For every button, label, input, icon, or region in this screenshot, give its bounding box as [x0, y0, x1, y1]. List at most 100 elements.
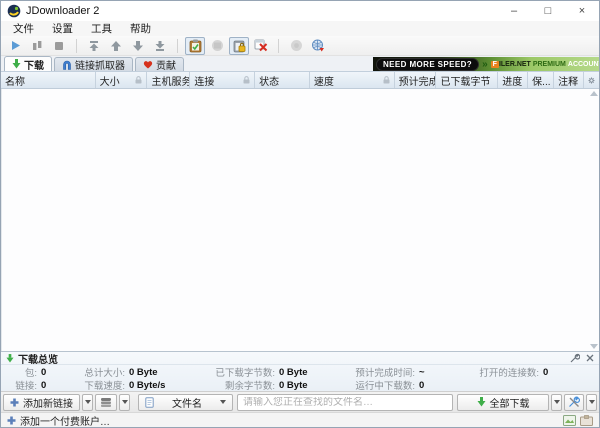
column-settings-button[interactable] — [584, 72, 599, 88]
add-container-button[interactable] — [95, 394, 117, 411]
move-to-top-button[interactable] — [84, 37, 104, 55]
premium-lock-toggle[interactable] — [229, 37, 249, 55]
total-size-value: 0 Byte — [129, 367, 187, 378]
banner-text: NEED MORE SPEED? — [376, 58, 479, 71]
clipboard-icon — [189, 39, 202, 53]
stop-downloads-button[interactable] — [49, 37, 69, 55]
remove-disabled-links-button[interactable] — [251, 37, 271, 55]
chevron-down-icon — [554, 400, 560, 404]
window-preview-icon[interactable] — [563, 415, 576, 426]
menu-tools[interactable]: 工具 — [82, 21, 121, 36]
eta-label: 预计完成时间: — [333, 365, 419, 379]
move-up-icon — [110, 40, 122, 52]
title-bar: JDownloader 2 – □ × — [1, 1, 599, 21]
minimize-button[interactable]: – — [497, 1, 531, 21]
close-button[interactable]: × — [565, 1, 599, 21]
linkgrabber-magnet-icon — [62, 60, 72, 70]
tab-donate-label: 贡献 — [156, 57, 176, 72]
links-label: 链接: — [1, 378, 41, 392]
loaded-bytes-value: 0 Byte — [279, 367, 333, 378]
column-header-progress[interactable]: 进度 — [498, 72, 528, 88]
column-header-size[interactable]: 大小 — [96, 72, 148, 88]
add-premium-account-button[interactable]: 添加一个付费账户… — [7, 413, 110, 428]
gear-icon — [588, 76, 595, 85]
lock-icon — [243, 76, 250, 84]
overview-header: 下载总览 — [1, 352, 599, 365]
tab-linkgrabber[interactable]: 链接抓取器 — [54, 57, 133, 71]
download-all-button[interactable]: 全部下载 — [457, 394, 549, 411]
banner-account: ACCOUNT! — [568, 61, 600, 68]
download-speed-label: 下载速度: — [71, 378, 129, 392]
menu-file[interactable]: 文件 — [4, 21, 43, 36]
clipboard-lock-icon — [233, 39, 246, 53]
running-downloads-label: 运行中下载数: — [333, 378, 419, 392]
quick-settings-dropdown-button[interactable] — [586, 394, 597, 411]
download-overview-panel: 下载总览 包: 0 总计大小: 0 Byte 已下载字节数: 0 Byte 预计… — [1, 351, 599, 391]
search-input[interactable] — [238, 397, 452, 408]
menu-bar: 文件 设置 工具 帮助 — [1, 21, 599, 36]
downloads-table-body[interactable] — [1, 89, 599, 351]
play-icon — [10, 40, 21, 51]
quick-settings-button[interactable] — [564, 394, 584, 411]
move-down-button[interactable] — [128, 37, 148, 55]
menu-help[interactable]: 帮助 — [121, 21, 160, 36]
overview-settings-wrench-icon[interactable] — [570, 353, 580, 363]
premium-ad-banner[interactable]: NEED MORE SPEED? » F ILER.NET PREMIUM AC… — [373, 57, 599, 71]
column-header-loaded[interactable]: 已下载字节 — [436, 72, 498, 88]
banner-premium: PREMIUM — [533, 61, 566, 68]
plus-icon — [7, 416, 16, 425]
column-header-keep[interactable]: 保... — [528, 72, 554, 88]
packages-value: 0 — [41, 367, 71, 378]
column-header-status[interactable]: 状态 — [255, 72, 310, 88]
toolbar-separator — [278, 39, 279, 53]
column-header-connection[interactable]: 连接 — [190, 72, 255, 88]
lock-icon — [135, 76, 142, 84]
reconnect-button[interactable] — [308, 37, 328, 55]
column-header-speed[interactable]: 速度 — [310, 72, 395, 88]
clipboard-observer-toggle[interactable] — [185, 37, 205, 55]
window-red-x-icon — [254, 39, 268, 52]
bottom-toolbar: 添加新链接 文件名 全部下载 — [1, 391, 599, 412]
clipboard-disabled-button[interactable] — [207, 37, 227, 55]
tab-donate[interactable]: 贡献 — [135, 57, 184, 71]
move-up-button[interactable] — [106, 37, 126, 55]
package-icon[interactable] — [580, 415, 593, 426]
update-button[interactable] — [286, 37, 306, 55]
stack-icon — [100, 397, 112, 408]
main-toolbar — [1, 36, 599, 56]
tab-downloads[interactable]: 下载 — [4, 56, 52, 71]
download-arrow-icon — [6, 354, 14, 363]
tab-linkgrabber-label: 链接抓取器 — [75, 57, 125, 72]
maximize-button[interactable]: □ — [531, 1, 565, 21]
search-category-combobox[interactable]: 文件名 — [138, 394, 233, 411]
download-all-dropdown-button[interactable] — [551, 394, 562, 411]
move-to-bottom-button[interactable] — [150, 37, 170, 55]
add-links-dropdown-button[interactable] — [82, 394, 93, 411]
remaining-bytes-value: 0 Byte — [279, 380, 333, 391]
add-new-links-button[interactable]: 添加新链接 — [3, 394, 80, 411]
column-header-eta[interactable]: 预计完成... — [395, 72, 437, 88]
add-container-dropdown-button[interactable] — [119, 394, 130, 411]
column-header-comment[interactable]: 注释 — [554, 72, 584, 88]
scrollbar-down-icon[interactable] — [590, 344, 598, 349]
tools-icon — [568, 396, 580, 408]
pause-downloads-button[interactable] — [27, 37, 47, 55]
scrollbar-up-icon[interactable] — [590, 91, 598, 96]
overview-row-2: 链接: 0 下载速度: 0 Byte/s 剩余字节数: 0 Byte 运行中下载… — [1, 378, 599, 391]
stop-icon — [54, 41, 64, 51]
column-header-host[interactable]: 主机服务... — [147, 72, 190, 88]
download-arrow-icon — [477, 397, 486, 407]
move-down-icon — [132, 40, 144, 52]
running-downloads-value: 0 — [419, 380, 455, 391]
overview-close-icon[interactable] — [586, 354, 594, 362]
column-header-name[interactable]: 名称 — [1, 72, 96, 88]
downloads-table-header: 名称 大小 主机服务... 连接 状态 速度 预计完成... 已下载字节 进度 … — [1, 71, 599, 89]
chevron-down-icon — [589, 400, 595, 404]
move-bottom-icon — [154, 40, 166, 52]
menu-settings[interactable]: 设置 — [43, 21, 82, 36]
start-downloads-button[interactable] — [5, 37, 25, 55]
loaded-bytes-label: 已下载字节数: — [187, 365, 279, 379]
plus-icon — [10, 398, 19, 407]
chevron-down-icon — [122, 400, 128, 404]
disabled-clipboard-icon — [211, 39, 224, 52]
